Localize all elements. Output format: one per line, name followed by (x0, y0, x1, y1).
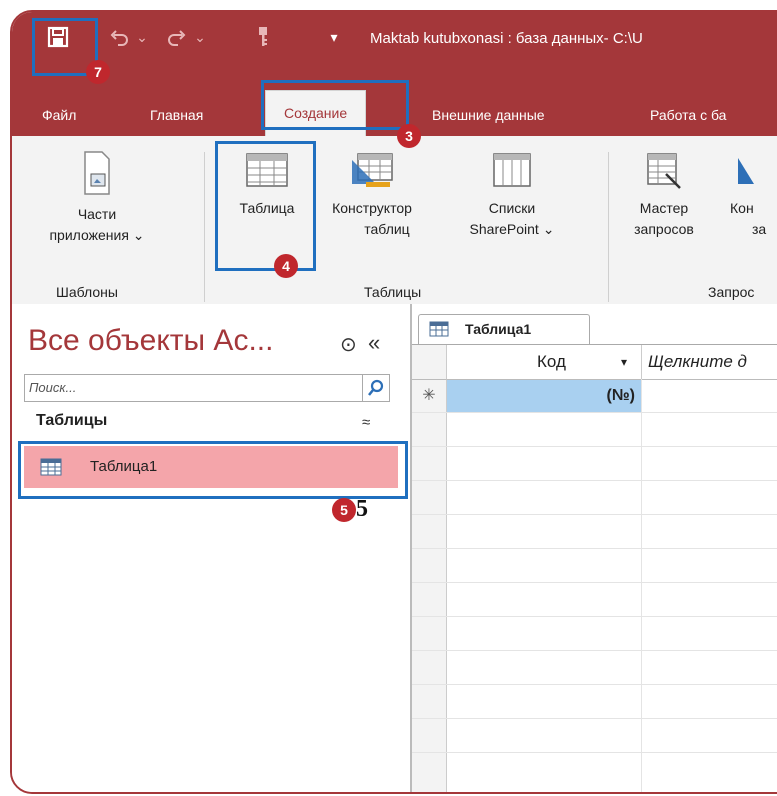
query-wizard-icon (644, 150, 684, 190)
column-header-label: Код (537, 352, 566, 371)
redo-dropdown-icon[interactable]: ⌄ (192, 22, 208, 52)
datasheet-area: Таблица1 Код ▾ Щелкните д ✳ (№) (412, 304, 777, 792)
search-icon[interactable] (362, 375, 389, 401)
highlight-table1-item (18, 441, 408, 499)
nav-section-tables[interactable]: Таблицы (36, 412, 107, 430)
group-label-templates: Шаблоны (56, 284, 118, 300)
cell-add-new[interactable] (642, 380, 777, 412)
group-separator (204, 152, 205, 302)
group-label-queries: Запрос (708, 284, 755, 300)
datasheet-grid: Код ▾ Щелкните д ✳ (№) (412, 344, 777, 792)
grid-line (412, 582, 777, 583)
grid-line (412, 446, 777, 447)
query-designer-label-1: Кон (730, 200, 754, 216)
table-designer-label-1: Конструктор (332, 200, 412, 216)
grid-line (412, 412, 777, 413)
new-record-selector[interactable]: ✳ (412, 380, 447, 412)
table-designer-icon (348, 150, 396, 190)
highlight-table-button (215, 141, 316, 271)
query-wizard-button[interactable]: Мастер запросов (624, 150, 704, 240)
cell-kod-new[interactable]: (№) (447, 380, 641, 412)
undo-icon[interactable] (104, 22, 134, 52)
step-badge-5: 5 (332, 498, 356, 522)
query-wizard-label-1: Мастер (639, 200, 689, 216)
group-separator (608, 152, 609, 302)
nav-search-input[interactable]: Поиск... (24, 374, 390, 402)
tab-external-data[interactable]: Внешние данные (432, 98, 545, 136)
nav-pane-title[interactable]: Все объекты Ac... (28, 324, 273, 358)
grid-line (412, 650, 777, 651)
application-parts-button[interactable]: Части приложения ⌄ (22, 150, 172, 246)
tab-database-tools[interactable]: Работа с ба (650, 98, 726, 136)
column-header-add-label: Щелкните д (648, 352, 747, 371)
grid-line (412, 718, 777, 719)
navigation-pane: Все объекты Ac... ⊙ « Поиск... Таблицы ≈… (12, 304, 412, 792)
table-designer-label-2: таблиц (364, 221, 410, 237)
nav-search-placeholder: Поиск... (29, 380, 77, 395)
grid-line (412, 684, 777, 685)
query-designer-icon (736, 150, 756, 190)
grid-vline (641, 379, 642, 792)
query-designer-label-2: за (752, 221, 767, 237)
application-parts-label-1: Части (77, 206, 117, 222)
title-bar: ⌄ ⌄ ▾ Maktab kutubxonasi : база данных- … (12, 12, 777, 84)
column-header-click-to-add[interactable]: Щелкните д (642, 345, 777, 380)
nav-collapse-icon[interactable]: « (368, 330, 380, 356)
sharepoint-lists-label-2: SharePoint ⌄ (469, 221, 555, 237)
sharepoint-lists-label-1: Списки (488, 200, 536, 216)
document-tab-table1[interactable]: Таблица1 (418, 314, 590, 345)
step-badge-3: 3 (397, 124, 421, 148)
step-badge-4: 4 (274, 254, 298, 278)
section-collapse-icon[interactable]: ≈ (362, 414, 370, 431)
grid-line (412, 752, 777, 753)
group-label-tables: Таблицы (364, 284, 422, 300)
ribbon: Части приложения ⌄ Шаблоны Таблица Конст… (12, 136, 777, 305)
query-designer-button[interactable]: Кон за (728, 150, 777, 240)
table-icon (429, 321, 449, 342)
sharepoint-lists-button[interactable]: Списки SharePoint ⌄ (452, 150, 572, 240)
autonumber-value: (№) (606, 387, 636, 404)
sharepoint-lists-icon (492, 150, 532, 190)
document-tab-label: Таблица1 (465, 321, 532, 337)
nav-menu-icon[interactable]: ⊙ (340, 332, 357, 357)
step-badge-7: 7 (86, 60, 110, 84)
new-record-icon: ✳ (422, 387, 436, 404)
grid-line (412, 514, 777, 515)
grid-line (412, 480, 777, 481)
query-wizard-label-2: запросов (634, 221, 694, 237)
grid-line (412, 616, 777, 617)
table-designer-button[interactable]: Конструктор таблиц (317, 150, 427, 240)
qat-customize-icon[interactable]: ▾ (324, 22, 344, 52)
window-title: Maktab kutubxonasi : база данных- C:\U (370, 30, 643, 47)
redo-icon[interactable] (162, 22, 192, 52)
step-label-5: 5 (356, 496, 368, 522)
row-selector-column (412, 412, 447, 792)
tab-file[interactable]: Файл (42, 98, 76, 136)
select-all-cell[interactable] (412, 345, 447, 380)
column-dropdown-icon[interactable]: ▾ (621, 345, 627, 379)
undo-dropdown-icon[interactable]: ⌄ (134, 22, 150, 52)
application-parts-icon (83, 150, 111, 196)
column-header-kod[interactable]: Код ▾ (447, 345, 642, 380)
key-icon[interactable] (248, 22, 278, 52)
application-parts-label-2: приложения ⌄ (49, 227, 145, 243)
highlight-create-tab (261, 80, 409, 130)
tab-home[interactable]: Главная (150, 98, 203, 136)
grid-line (412, 548, 777, 549)
